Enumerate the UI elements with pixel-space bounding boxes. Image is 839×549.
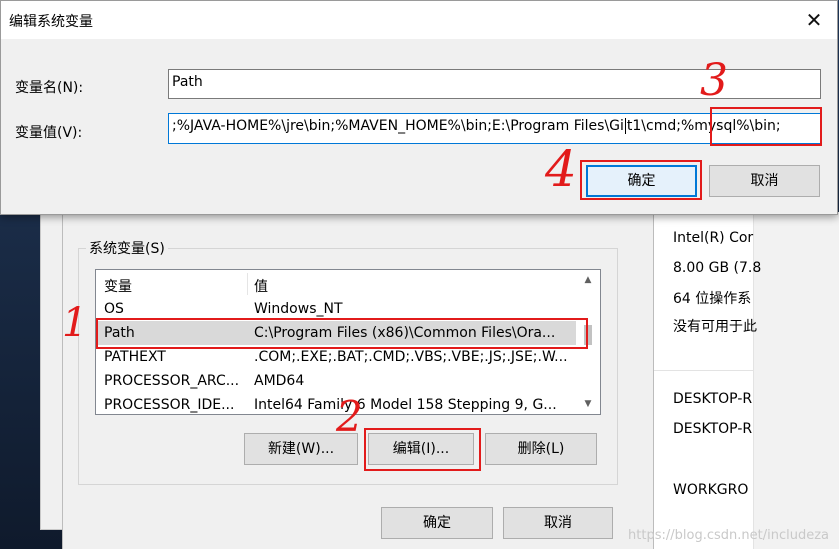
full-computer-name-info: DESKTOP-R xyxy=(673,421,753,437)
system-info-strip xyxy=(753,212,839,549)
variable-value: Intel64 Family 6 Model 158 Stepping 9, G… xyxy=(254,397,557,413)
variable-value: AMD64 xyxy=(254,373,305,389)
text-caret xyxy=(624,118,626,134)
variable-name: PROCESSOR_IDE... xyxy=(104,397,235,413)
dialog-titlebar[interactable]: 编辑系统变量 ✕ xyxy=(1,1,837,39)
variable-name-label: 变量名(N): xyxy=(15,80,84,96)
variable-name: PATHEXT xyxy=(104,349,166,365)
edit-system-variable-dialog: 编辑系统变量 ✕ 变量名(N): Path 变量值(V): ;%JAVA-HOM… xyxy=(0,0,838,215)
system-info-panel: Intel(R) Cor 8.00 GB (7.8 64 位操作系 没有可用于此… xyxy=(653,212,839,549)
memory-info: 8.00 GB (7.8 xyxy=(673,260,762,276)
variable-value-label: 变量值(V): xyxy=(15,125,83,141)
table-row[interactable]: PATHEXT .COM;.EXE;.BAT;.CMD;.VBS;.VBE;.J… xyxy=(96,345,576,369)
list-header: 变量 值 xyxy=(96,270,576,296)
scroll-thumb[interactable] xyxy=(584,325,592,345)
variable-value: C:\Program Files (x86)\Common Files\Ora.… xyxy=(254,325,556,341)
variable-name: OS xyxy=(104,301,124,317)
scroll-down-arrow-icon[interactable]: ▼ xyxy=(576,394,600,414)
env-ok-button[interactable]: 确定 xyxy=(381,507,493,539)
close-icon[interactable]: ✕ xyxy=(797,5,831,35)
table-row[interactable]: PROCESSOR_ARC... AMD64 xyxy=(96,369,576,393)
pen-touch-info: 没有可用于此 xyxy=(673,319,757,335)
system-variables-group-title: 系统变量(S) xyxy=(86,238,168,258)
column-header-variable[interactable]: 变量 xyxy=(104,276,132,296)
env-cancel-button[interactable]: 取消 xyxy=(503,507,613,539)
variable-value: .COM;.EXE;.BAT;.CMD;.VBS;.VBE;.JS;.JSE;.… xyxy=(254,349,568,365)
ok-button[interactable]: 确定 xyxy=(586,165,697,197)
variable-name: Path xyxy=(104,325,135,341)
workgroup-info: WORKGRO xyxy=(673,482,749,498)
scroll-up-arrow-icon[interactable]: ▲ xyxy=(576,270,600,290)
cancel-button[interactable]: 取消 xyxy=(709,165,820,197)
system-type-info: 64 位操作系 xyxy=(673,291,752,307)
computer-name-info: DESKTOP-R xyxy=(673,391,753,407)
table-row[interactable]: OS Windows_NT xyxy=(96,297,576,321)
column-header-value[interactable]: 值 xyxy=(254,276,268,296)
variable-name: PROCESSOR_ARC... xyxy=(104,373,240,389)
edit-variable-button[interactable]: 编辑(I)... xyxy=(368,433,474,465)
annotation-step-3: 3 xyxy=(700,55,728,106)
annotation-step-4: 4 xyxy=(545,140,577,198)
variable-value: Windows_NT xyxy=(254,301,343,317)
variable-value-field[interactable]: ;%JAVA-HOME%\jre\bin;%MAVEN_HOME%\bin;E:… xyxy=(168,113,821,144)
annotation-step-2: 2 xyxy=(336,392,363,441)
annotation-step-1: 1 xyxy=(62,300,88,346)
variable-value-text-start: ;%JAVA-HOME%\jre\bin;%MAVEN_HOME%\bin;E:… xyxy=(172,118,624,134)
column-divider[interactable] xyxy=(247,273,248,295)
watermark: https://blog.csdn.net/includeza xyxy=(628,528,829,543)
delete-variable-button[interactable]: 删除(L) xyxy=(485,433,597,465)
table-row-selected[interactable]: Path C:\Program Files (x86)\Common Files… xyxy=(96,321,576,345)
dialog-title: 编辑系统变量 xyxy=(9,14,93,30)
processor-info: Intel(R) Cor xyxy=(673,230,754,246)
list-scrollbar[interactable]: ▲ ▼ xyxy=(576,270,600,414)
variable-value-text-end: t1\cmd;%mysql%\bin; xyxy=(626,118,781,134)
divider xyxy=(653,370,753,371)
